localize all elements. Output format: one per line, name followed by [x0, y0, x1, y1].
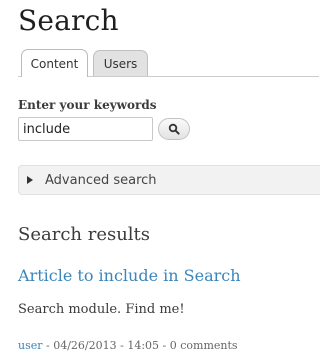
result-snippet: Search module. Find me!	[18, 302, 185, 317]
advanced-search-toggle[interactable]: Advanced search	[18, 165, 320, 195]
search-tabs: Content Users	[18, 48, 319, 77]
keywords-label: Enter your keywords	[18, 98, 157, 112]
result-author-link[interactable]: user	[18, 339, 43, 352]
advanced-search-label: Advanced search	[45, 172, 157, 188]
tab-content[interactable]: Content	[21, 49, 88, 77]
result-meta: user - 04/26/2013 - 14:05 - 0 comments	[18, 339, 238, 352]
search-input[interactable]	[18, 117, 153, 141]
triangle-right-icon	[27, 176, 33, 184]
result-title-link[interactable]: Article to include in Search	[18, 266, 241, 285]
search-results-heading: Search results	[18, 224, 151, 245]
search-icon	[168, 123, 180, 135]
search-submit-button[interactable]	[158, 118, 190, 140]
page-title: Search	[18, 4, 119, 37]
tab-users[interactable]: Users	[93, 50, 148, 76]
result-meta-info: - 04/26/2013 - 14:05 - 0 comments	[42, 339, 238, 352]
